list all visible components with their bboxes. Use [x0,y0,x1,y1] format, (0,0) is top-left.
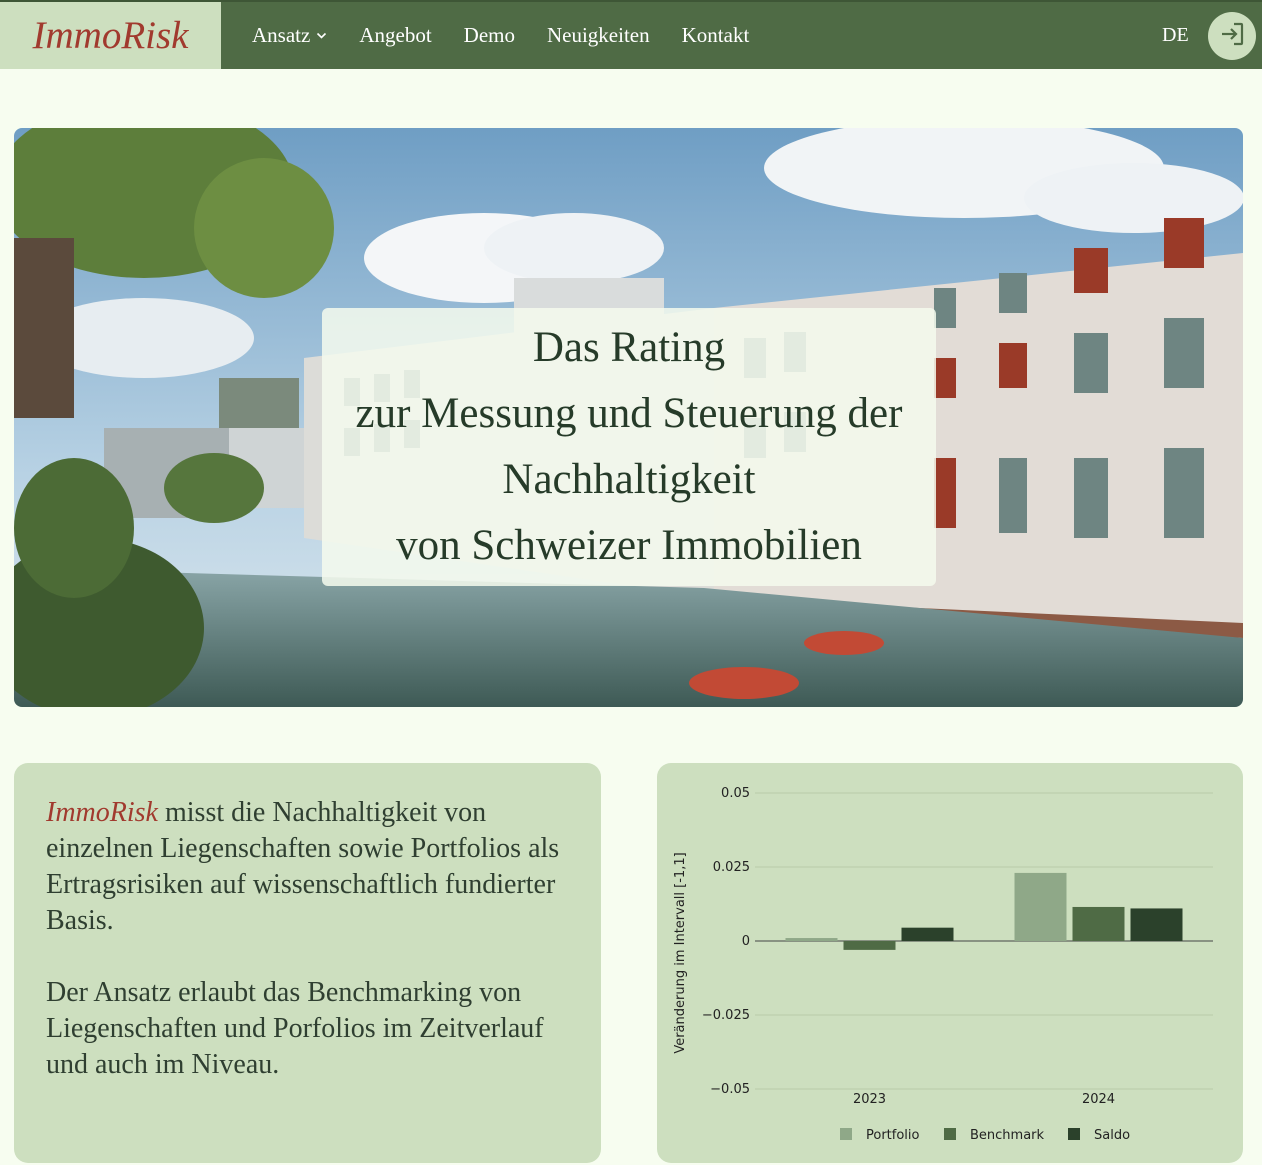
bar-chart: 0.05 0.025 0 −0.025 −0.05 Veränderung im Inte… [673,786,1213,1143]
nav-item-demo[interactable]: Demo [448,23,531,48]
nav-item-neuigkeiten[interactable]: Neuigkeiten [531,23,666,48]
chevron-down-icon [316,30,327,41]
login-icon [1217,19,1247,54]
hero-headline-line-4: von Schweizer Immobilien [396,522,862,569]
legend-swatch-benchmark [944,1128,956,1140]
login-button[interactable] [1208,12,1256,60]
nav-item-label: Demo [463,23,515,47]
y-tick-label: −0.025 [702,1008,750,1023]
x-tick-label: 2023 [853,1092,886,1107]
hero-headline-line-1: Das Rating [532,324,726,371]
hero-banner: Das Rating zur Messung und Steuerung der… [14,128,1243,707]
nav-item-kontakt[interactable]: Kontakt [666,23,766,48]
bar-benchmark-2023 [843,941,896,950]
main-nav: Ansatz Angebot Demo Neuigkeiten Kontakt [236,2,765,69]
nav-item-angebot[interactable]: Angebot [343,23,447,48]
intro-paragraph-2: Der Ansatz erlaubt das Benchmarking von … [46,977,544,1080]
y-tick-label: 0 [742,934,750,949]
chart-card: 0.05 0.025 0 −0.025 −0.05 Veränderung im Inte… [657,763,1243,1163]
intro-brand-name: ImmoRisk [46,797,158,828]
bar-saldo-2023 [901,927,954,941]
intro-card: ImmoRisk misst die Nachhaltigkeit von ei… [14,763,601,1163]
y-tick-label: 0.05 [721,786,750,801]
legend-label-benchmark: Benchmark [970,1128,1045,1143]
nav-item-label: Neuigkeiten [546,23,650,47]
nav-item-label: Kontakt [681,23,750,47]
y-axis-label: Veränderung im Intervall [-1,1] [673,852,688,1053]
legend-swatch-portfolio [840,1128,852,1140]
legend-label-portfolio: Portfolio [866,1128,920,1143]
y-tick-label: 0.025 [713,860,750,875]
bar-portfolio-2024 [1014,872,1067,941]
x-tick-label: 2024 [1082,1092,1115,1107]
bar-benchmark-2024 [1072,906,1125,941]
legend-label-saldo: Saldo [1094,1128,1130,1143]
top-navbar: ImmoRisk Ansatz Angebot Demo Neuigkeiten… [0,0,1262,69]
hero-headline-line-2: zur Messung und Steuerung der [355,390,903,437]
bar-saldo-2024 [1130,908,1183,941]
hero-headline-box: Das Rating zur Messung und Steuerung der… [322,308,936,586]
y-tick-label: −0.05 [710,1082,750,1097]
nav-item-label: Angebot [359,23,432,47]
nav-item-ansatz[interactable]: Ansatz [236,23,343,48]
hero-headline-line-3: Nachhaltigkeit [502,456,756,503]
brand-logo[interactable]: ImmoRisk [0,2,221,69]
brand-name: ImmoRisk [32,14,189,57]
nav-item-label: Ansatz [252,23,311,47]
intro-paragraph-1: ImmoRisk misst die Nachhaltigkeit von ei… [46,795,569,939]
legend-swatch-saldo [1068,1128,1080,1140]
language-switcher[interactable]: DE [1162,24,1189,47]
bar-portfolio-2023 [785,938,838,941]
